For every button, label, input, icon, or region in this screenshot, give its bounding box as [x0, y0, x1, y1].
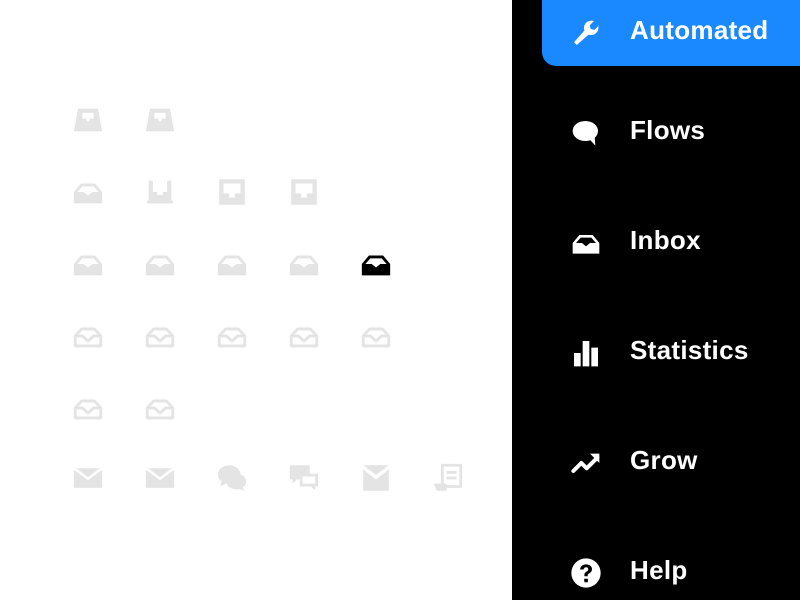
tray-icon[interactable] [143, 103, 177, 137]
sidebar-item-label: Flows [630, 115, 706, 145]
sidebar-item-help[interactable]: Help [542, 540, 800, 606]
inbox-filled-icon[interactable] [71, 175, 105, 209]
icon-exploration-canvas [0, 0, 512, 600]
inbox-outline-icon[interactable] [215, 319, 249, 353]
inbox-filled-icon[interactable] [71, 247, 105, 281]
inbox-filled-icon[interactable] [359, 247, 393, 281]
inbox-icon [570, 227, 602, 259]
tray-square-icon[interactable] [287, 175, 321, 209]
sidebar-item-label: Grow [630, 445, 698, 475]
inbox-filled-icon[interactable] [143, 247, 177, 281]
tray-icon[interactable] [71, 103, 105, 137]
note-icon[interactable] [431, 461, 465, 495]
tray-slot-icon[interactable] [143, 175, 177, 209]
inbox-filled-icon[interactable] [287, 247, 321, 281]
bar-chart-icon [570, 337, 602, 369]
sidebar-item-flows[interactable]: Flows [542, 100, 800, 166]
envelope-tray-icon[interactable] [359, 461, 393, 495]
inbox-filled-icon[interactable] [215, 247, 249, 281]
sidebar-item-label: Inbox [630, 225, 701, 255]
help-circle-icon [570, 557, 602, 589]
sidebar-item-automated[interactable]: Automated [542, 0, 800, 66]
envelope-icon[interactable] [143, 461, 177, 495]
inbox-outline-icon[interactable] [359, 319, 393, 353]
tray-square-icon[interactable] [215, 175, 249, 209]
wrench-icon [570, 17, 602, 49]
sidebar-item-grow[interactable]: Grow [542, 430, 800, 496]
sidebar-item-label: Help [630, 555, 688, 585]
envelope-icon[interactable] [71, 461, 105, 495]
inbox-outline-icon[interactable] [71, 319, 105, 353]
chat-bubble-icon [570, 117, 602, 149]
inbox-outline-icon[interactable] [143, 319, 177, 353]
sidebar-item-label: Statistics [630, 335, 749, 365]
inbox-outline-icon[interactable] [71, 391, 105, 425]
inbox-outline-icon[interactable] [287, 319, 321, 353]
zigzag-edge [514, 0, 524, 600]
sidebar-item-statistics[interactable]: Statistics [542, 320, 800, 386]
inbox-outline-icon[interactable] [143, 391, 177, 425]
chat-bubbles-square-icon[interactable] [287, 461, 321, 495]
chat-bubbles-icon[interactable] [215, 461, 249, 495]
sidebar-item-inbox[interactable]: Inbox [542, 210, 800, 276]
sidebar: Automated Flows Inbox Statistics Grow He… [512, 0, 800, 600]
sidebar-item-label: Automated [630, 15, 769, 45]
trend-up-icon [570, 447, 602, 479]
